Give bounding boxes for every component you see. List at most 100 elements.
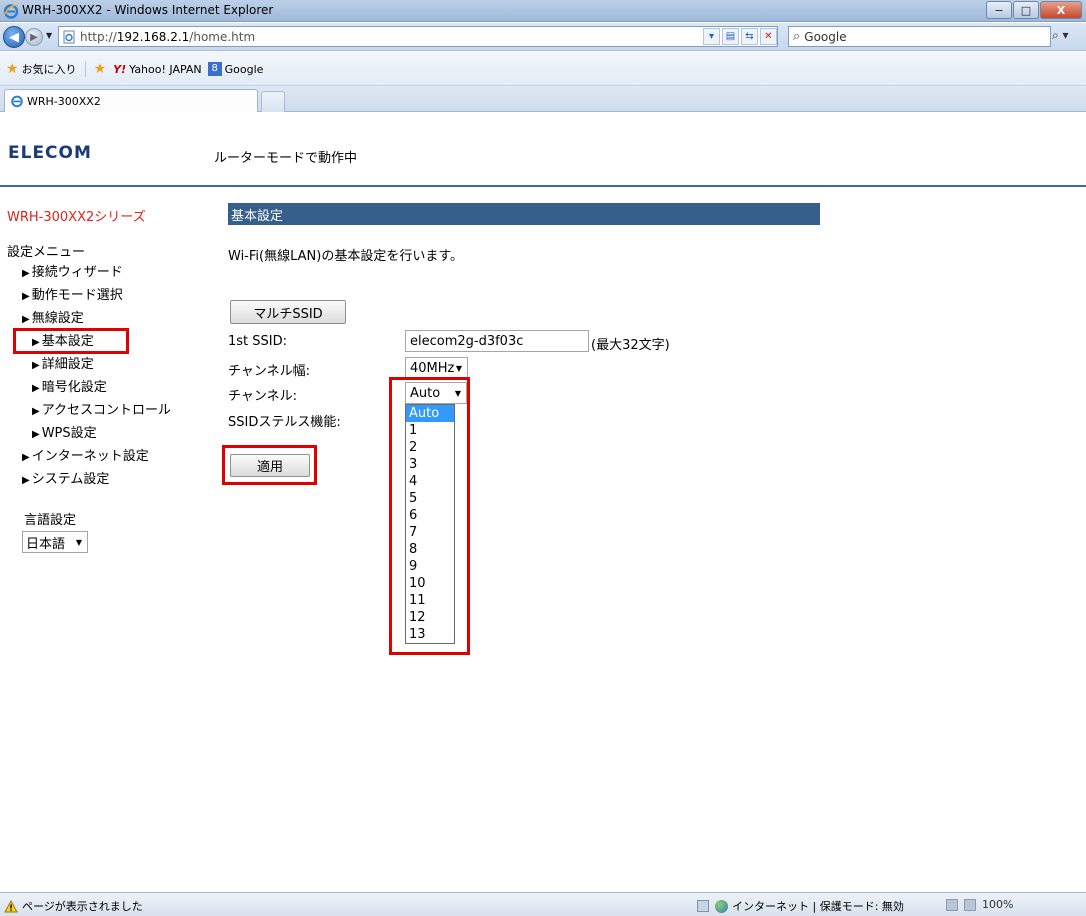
internet-explorer-icon (3, 4, 19, 19)
menu-wps[interactable]: ▶ WPS設定 (32, 422, 97, 441)
channel-option[interactable]: 9 (406, 558, 454, 575)
section-title-bar: 基本設定 (228, 203, 820, 225)
channel-option[interactable]: 4 (406, 473, 454, 490)
minimize-button[interactable]: − (986, 1, 1012, 19)
search-input[interactable]: ⌕ Google (788, 26, 1051, 47)
channel-option[interactable]: 1 (406, 422, 454, 439)
triangle-right-icon: ▶ (22, 475, 30, 486)
menu-title: 設定メニュー (7, 245, 86, 260)
series-title: WRH-300XX2シリーズ (7, 210, 146, 225)
close-button[interactable]: X (1040, 1, 1082, 19)
menu-basic-settings[interactable]: ▶ 基本設定 (32, 330, 94, 349)
apply-button[interactable]: 適用 (230, 454, 310, 477)
ssid-hint: (最大32文字) (591, 338, 670, 353)
back-button[interactable]: ◀ (3, 26, 25, 48)
search-provider: Google (804, 29, 847, 44)
header-divider (0, 185, 1086, 187)
triangle-right-icon: ▶ (22, 314, 30, 325)
search-icon: ⌕ (793, 29, 801, 44)
warning-icon (4, 899, 18, 912)
channel-option[interactable]: 10 (406, 575, 454, 592)
channel-option[interactable]: 7 (406, 524, 454, 541)
channel-option[interactable]: 13 (406, 626, 454, 643)
forward-button[interactable]: ▶ (25, 28, 43, 46)
addon-icon[interactable] (946, 898, 958, 911)
address-tools: ▾ ▤ ⇆ ✕ (701, 27, 777, 46)
menu-connect-wizard[interactable]: ▶ 接続ウィザード (22, 261, 123, 280)
menu-internet[interactable]: ▶ インターネット設定 (22, 445, 149, 464)
zoom-level[interactable]: 100% (982, 898, 1013, 911)
security-zone[interactable]: インターネット | 保護モード: 無効 (732, 898, 904, 914)
triangle-right-icon: ▶ (22, 268, 30, 279)
channel-option[interactable]: Auto (406, 405, 454, 422)
search-go-button[interactable]: ⌕ ▾ (1052, 28, 1082, 43)
channel-width-label: チャンネル幅: (228, 364, 310, 379)
address-input[interactable]: http://192.168.2.1/home.htm ▾ ▤ ⇆ ✕ (58, 26, 778, 47)
channel-option[interactable]: 11 (406, 592, 454, 609)
stop-icon[interactable]: ✕ (760, 28, 777, 45)
separator (84, 61, 86, 77)
refresh-icon[interactable]: ⇆ (741, 28, 758, 45)
channel-width-select[interactable]: 40MHz ▼ (405, 357, 468, 379)
popup-blocked-icon[interactable] (697, 900, 709, 912)
menu-wireless[interactable]: ▶ 無線設定 (22, 307, 84, 326)
maximize-button[interactable]: □ (1013, 1, 1039, 19)
triangle-right-icon: ▶ (32, 337, 40, 348)
status-text: ページが表示されました (22, 900, 143, 913)
multi-ssid-button[interactable]: マルチSSID (230, 300, 346, 324)
tab-label: WRH-300XX2 (27, 94, 101, 108)
triangle-right-icon: ▶ (32, 360, 40, 371)
internet-explorer-icon (11, 95, 23, 108)
yahoo-icon: Y! (113, 62, 127, 76)
menu-access-control[interactable]: ▶ アクセスコントロール (32, 399, 171, 418)
favorites-star-icon: ★ (6, 61, 19, 77)
router-mode-text: ルーターモードで動作中 (214, 151, 358, 166)
address-toolbar: ◀ ▶ ▼ http://192.168.2.1/home.htm ▾ ▤ ⇆ … (0, 23, 1086, 51)
menu-operation-mode[interactable]: ▶ 動作モード選択 (22, 284, 123, 303)
favorites-bar: ★ お気に入り ★ Y! Yahoo! JAPAN 8 Google (0, 52, 1086, 86)
favorites-button[interactable]: お気に入り (22, 61, 77, 77)
compatibility-view-icon[interactable]: ▤ (722, 28, 739, 45)
section-title: 基本設定 (231, 208, 284, 224)
channel-option[interactable]: 5 (406, 490, 454, 507)
window-title: WRH-300XX2 - Windows Internet Explorer (22, 3, 274, 17)
language-value: 日本語 (26, 536, 66, 552)
language-title: 言語設定 (24, 513, 77, 528)
section-description: Wi-Fi(無線LAN)の基本設定を行います。 (228, 249, 464, 264)
history-dropdown-icon[interactable]: ▼ (46, 31, 52, 40)
language-select[interactable]: 日本語 ▼ (22, 531, 88, 553)
privacy-icon[interactable] (964, 898, 976, 911)
add-favorite-icon[interactable]: ★ (94, 61, 107, 77)
ssid-label: 1st SSID: (228, 334, 288, 349)
channel-option[interactable]: 3 (406, 456, 454, 473)
window-controls: − □ X (985, 1, 1082, 19)
status-bar: ページが表示されました インターネット | 保護モード: 無効 100% (0, 892, 1086, 916)
chevron-down-icon: ▼ (75, 538, 82, 547)
tab-bar: WRH-300XX2 (0, 86, 1086, 112)
channel-option[interactable]: 2 (406, 439, 454, 456)
chevron-down-icon: ▼ (455, 364, 462, 373)
router-page: ELECOM ルーターモードで動作中 WRH-300XX2シリーズ 設定メニュー… (0, 113, 1086, 892)
channel-option[interactable]: 6 (406, 507, 454, 524)
chevron-down-icon[interactable]: ▾ (703, 28, 720, 45)
favorite-google[interactable]: Google (225, 63, 264, 76)
menu-advanced-settings[interactable]: ▶ 詳細設定 (32, 353, 94, 372)
channel-select[interactable]: Auto ▼ (405, 382, 467, 404)
channel-option[interactable]: 12 (406, 609, 454, 626)
channel-label: チャンネル: (228, 389, 297, 404)
channel-option[interactable]: 8 (406, 541, 454, 558)
channel-width-value: 40MHz (410, 360, 455, 376)
google-icon: 8 (207, 62, 222, 76)
favorite-yahoo[interactable]: Yahoo! JAPAN (129, 63, 202, 76)
channel-value: Auto (410, 385, 441, 401)
tab-wrh[interactable]: WRH-300XX2 (4, 89, 258, 112)
triangle-right-icon: ▶ (22, 452, 30, 463)
triangle-right-icon: ▶ (32, 429, 40, 440)
window-titlebar: WRH-300XX2 - Windows Internet Explorer −… (0, 0, 1086, 22)
ssid-input[interactable]: elecom2g-d3f03c (405, 330, 589, 352)
triangle-right-icon: ▶ (32, 383, 40, 394)
menu-system[interactable]: ▶ システム設定 (22, 468, 109, 487)
menu-encryption[interactable]: ▶ 暗号化設定 (32, 376, 107, 395)
new-tab-button[interactable] (261, 91, 285, 112)
stealth-label: SSIDステルス機能: (228, 415, 341, 430)
